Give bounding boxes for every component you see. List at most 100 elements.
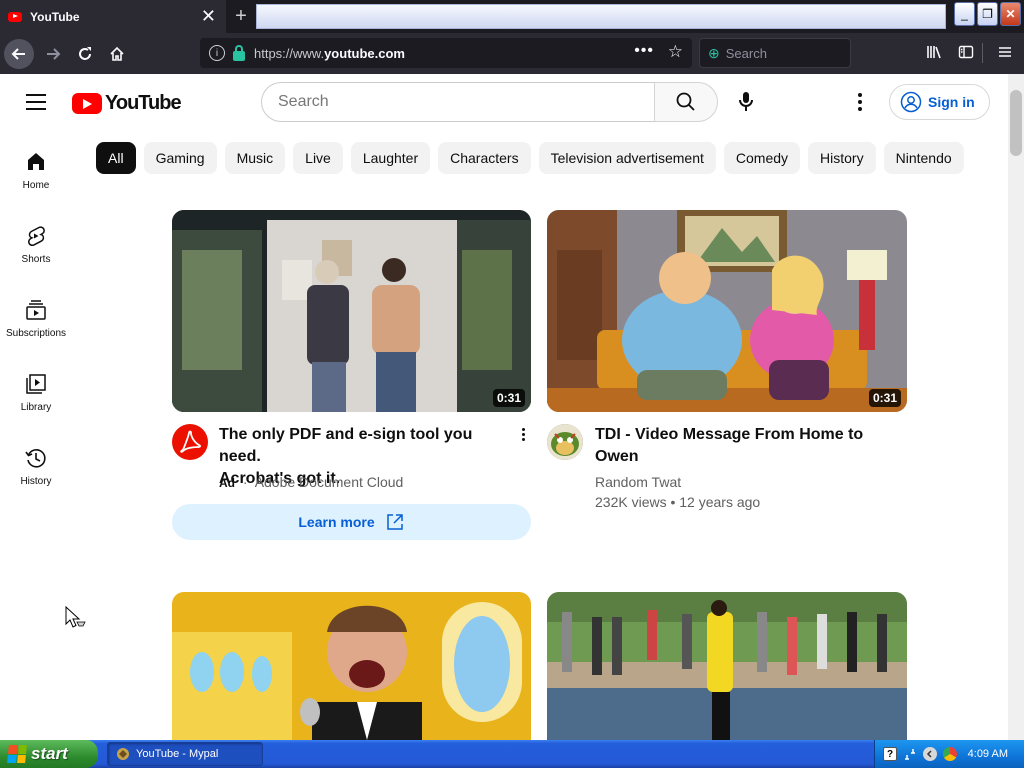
window-controls: _ ❐ ✕: [954, 2, 1024, 26]
channel-avatar-adobe[interactable]: [172, 424, 208, 460]
adobe-acrobat-icon: [180, 430, 201, 453]
ad-badge: Ad: [219, 476, 235, 490]
sidebar-item-library[interactable]: Library: [0, 372, 72, 446]
sidebar-item-label: Subscriptions: [5, 328, 67, 339]
learn-more-button[interactable]: Learn more: [172, 504, 531, 540]
page-scrollbar[interactable]: [1008, 74, 1024, 740]
taskbar-item-mypal[interactable]: YouTube - Mypal: [107, 742, 263, 766]
hamburger-menu-icon[interactable]: [997, 44, 1013, 65]
sidebar-item-shorts[interactable]: Shorts: [0, 224, 72, 298]
search-input[interactable]: Search: [261, 82, 655, 122]
bookmark-star-icon[interactable]: ☆: [668, 42, 683, 62]
video-duration: 0:31: [868, 389, 901, 407]
chip-laughter[interactable]: Laughter: [350, 142, 431, 174]
arrow-right-icon: [47, 48, 61, 60]
network-icon[interactable]: [903, 747, 917, 761]
chip-comedy[interactable]: Comedy: [723, 142, 801, 174]
chip-live[interactable]: Live: [293, 142, 343, 174]
chip-all[interactable]: All: [96, 142, 136, 174]
start-label: start: [31, 744, 68, 763]
windows-flag-icon: [7, 745, 27, 763]
search-placeholder: Search: [278, 93, 329, 110]
system-tray: ? 4:09 AM: [874, 740, 1024, 768]
shorts-icon: [24, 224, 48, 248]
thumbnail-image: [172, 592, 531, 740]
back-arrow-tray-icon[interactable]: [923, 747, 937, 761]
subscriptions-icon: [24, 298, 48, 322]
account-circle-icon: [900, 91, 922, 113]
titlebar-drag-area: [256, 4, 946, 29]
chip-music[interactable]: Music: [224, 142, 286, 174]
voice-search-button[interactable]: [732, 88, 760, 116]
lock-icon[interactable]: [233, 44, 245, 61]
chip-characters[interactable]: Characters: [438, 142, 531, 174]
url-text: https://www.youtube.com: [254, 45, 405, 61]
video-duration: 0:31: [492, 389, 525, 407]
url-bar[interactable]: i https://www.youtube.com ••• ☆: [200, 38, 692, 68]
microphone-icon: [739, 92, 753, 111]
external-link-icon: [386, 514, 403, 530]
close-window-button[interactable]: ✕: [1000, 2, 1021, 26]
channel-name[interactable]: Adobe Document Cloud: [255, 474, 404, 490]
sidebar-item-label: Shorts: [21, 254, 51, 265]
chip-history[interactable]: History: [808, 142, 876, 174]
browser-search-placeholder: Search: [725, 45, 767, 61]
video-title-tdi[interactable]: TDI - Video Message From Home to Owen: [595, 424, 885, 468]
chip-television-advertisement[interactable]: Television advertisement: [538, 142, 716, 174]
browser-tray-icon[interactable]: [943, 747, 957, 761]
minimize-button[interactable]: _: [954, 2, 975, 26]
video-menu-kebab-icon[interactable]: [513, 428, 533, 446]
start-button[interactable]: start: [0, 740, 98, 768]
tab-close-icon[interactable]: ✕: [201, 7, 216, 25]
sidebar-item-label: Home: [22, 180, 50, 191]
library-toolbar-icon[interactable]: [926, 44, 942, 65]
channel-avatar-random-twat[interactable]: [547, 424, 583, 460]
tab-youtube[interactable]: YouTube ✕: [0, 0, 226, 33]
sign-in-label: Sign in: [928, 94, 975, 110]
page-actions-menu-icon[interactable]: •••: [634, 42, 654, 60]
browser-navbar: i https://www.youtube.com ••• ☆ ⊕ Search: [0, 33, 1024, 74]
video-title-line: Owen: [595, 448, 639, 465]
search-icon: [676, 92, 695, 111]
home-icon: [24, 150, 48, 174]
sidebar-item-history[interactable]: History: [0, 446, 72, 520]
chip-gaming[interactable]: Gaming: [143, 142, 217, 174]
mypal-app-icon: [117, 748, 129, 760]
sidebar-toggle-icon[interactable]: [958, 44, 974, 65]
back-button[interactable]: [4, 39, 34, 69]
video-meta-adobe: Ad · Adobe Document Cloud: [219, 472, 403, 493]
home-button[interactable]: [102, 39, 132, 69]
youtube-header: YouTube Search Sign in: [0, 74, 1008, 130]
chips-fade: [960, 142, 1008, 174]
sidebar-item-label: Library: [20, 402, 52, 413]
youtube-logo[interactable]: YouTube: [72, 92, 182, 115]
forward-button[interactable]: [38, 39, 68, 69]
scrollbar-thumb[interactable]: [1010, 90, 1022, 156]
clock: 4:09 AM: [967, 748, 1008, 760]
new-tab-button[interactable]: +: [226, 0, 256, 33]
sidebar-item-label: History: [20, 476, 52, 487]
channel-name[interactable]: Random Twat: [595, 472, 681, 492]
sidebar-item-subscriptions[interactable]: Subscriptions: [0, 298, 72, 372]
meta-separator: ·: [242, 474, 248, 490]
filter-chips-bar: All Gaming Music Live Laughter Characters Tele…: [96, 142, 1008, 174]
search-button[interactable]: [654, 82, 718, 122]
video-thumbnail-row2-right[interactable]: [547, 592, 907, 740]
info-icon[interactable]: i: [209, 45, 225, 61]
video-thumbnail-row2-left[interactable]: [172, 592, 531, 740]
video-thumbnail-tdi[interactable]: 0:31: [547, 210, 907, 412]
chip-nintendo[interactable]: Nintendo: [883, 142, 964, 174]
settings-kebab-icon[interactable]: [850, 90, 870, 114]
tab-title: YouTube: [30, 9, 80, 24]
video-title-line: The only PDF and e-sign tool you need.: [219, 426, 473, 465]
restore-button[interactable]: ❐: [977, 2, 998, 26]
sidebar-item-home[interactable]: Home: [0, 150, 72, 224]
video-thumbnail-adobe[interactable]: 0:31: [172, 210, 531, 412]
sign-in-button[interactable]: Sign in: [889, 84, 990, 120]
reload-button[interactable]: [70, 39, 100, 69]
guide-menu-icon[interactable]: [26, 94, 46, 110]
search-engine-icon: ⊕: [708, 44, 720, 61]
browser-search-field[interactable]: ⊕ Search: [699, 38, 851, 68]
learn-more-label: Learn more: [298, 514, 375, 530]
help-icon[interactable]: ?: [883, 747, 897, 761]
